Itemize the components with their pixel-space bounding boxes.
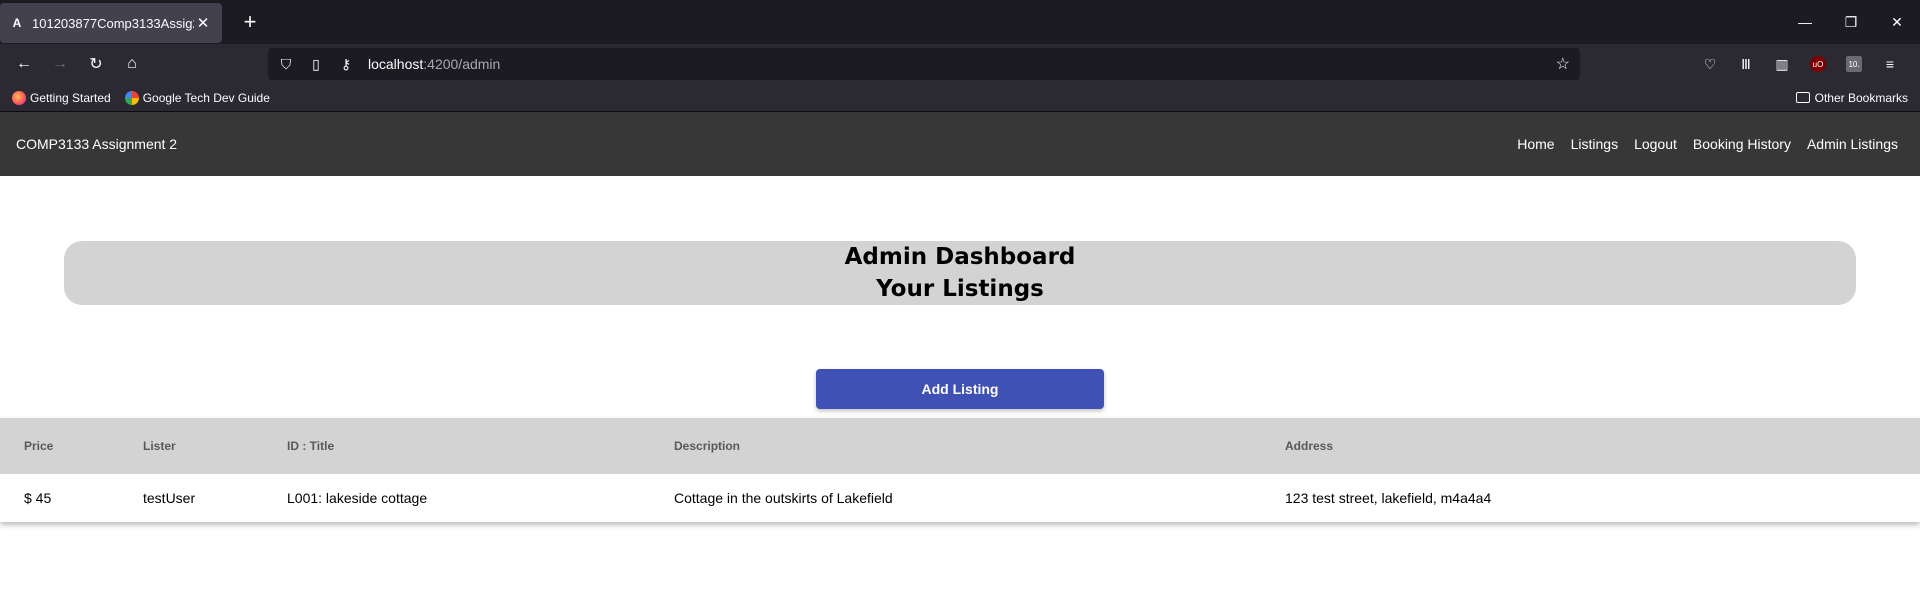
url-host: localhost bbox=[368, 56, 424, 72]
bookmark-label: Google Tech Dev Guide bbox=[142, 90, 270, 105]
page-title: Admin Dashboard bbox=[844, 244, 1076, 270]
bookmark-label: Getting Started bbox=[30, 90, 111, 105]
cell-address: 123 test street, lakefield, m4a4a4 bbox=[1285, 490, 1492, 506]
table-header-row: Price Lister ID : Title Description Addr… bbox=[0, 418, 1920, 474]
nav-listings[interactable]: Listings bbox=[1571, 136, 1618, 152]
header-address: Address bbox=[1285, 439, 1334, 453]
cell-price: $ 45 bbox=[24, 490, 52, 506]
shield-icon[interactable]: ⛉ bbox=[278, 56, 294, 73]
restore-icon[interactable]: ❐ bbox=[1828, 0, 1874, 44]
other-bookmarks[interactable]: Other Bookmarks bbox=[1795, 90, 1908, 105]
header-price: Price bbox=[24, 439, 54, 453]
cell-description: Cottage in the outskirts of Lakefield bbox=[674, 490, 893, 506]
pocket-icon[interactable]: ♡ bbox=[1692, 48, 1728, 80]
browser-nav-bar: ← → ↻ ⌂ ⛉ ▯ ⚷ localhost:4200/admin ☆ ♡ Ⅲ… bbox=[0, 44, 1920, 84]
new-tab-button[interactable]: + bbox=[234, 6, 266, 38]
app-header: COMP3133 Assignment 2 Home Listings Logo… bbox=[0, 112, 1920, 176]
listings-table: Price Lister ID : Title Description Addr… bbox=[0, 418, 1920, 522]
close-tab-icon[interactable]: ✕ bbox=[194, 14, 212, 32]
header-id-title: ID : Title bbox=[287, 439, 335, 453]
browser-tab[interactable]: A 101203877Comp3133Assig2 ✕ bbox=[0, 3, 222, 43]
bookmark-star-icon[interactable]: ☆ bbox=[1556, 54, 1570, 74]
page-subtitle: Your Listings bbox=[876, 276, 1044, 302]
menu-icon[interactable]: ≡ bbox=[1872, 48, 1908, 80]
cell-lister: testUser bbox=[143, 490, 196, 506]
url-bar[interactable]: ⛉ ▯ ⚷ localhost:4200/admin ☆ bbox=[268, 48, 1580, 80]
tab-title: 101203877Comp3133Assig2 bbox=[32, 15, 194, 31]
bookmark-getting-started[interactable]: Getting Started bbox=[12, 90, 111, 105]
google-icon bbox=[124, 90, 139, 105]
angular-icon: A bbox=[12, 16, 22, 30]
minimize-icon[interactable]: — bbox=[1782, 0, 1828, 44]
header-description: Description bbox=[674, 439, 741, 453]
browser-tab-bar: A 101203877Comp3133Assig2 ✕ + — ❐ ✕ bbox=[0, 0, 1920, 44]
home-icon[interactable]: ⌂ bbox=[116, 48, 148, 80]
key-icon[interactable]: ⚷ bbox=[338, 56, 354, 73]
folder-icon bbox=[1795, 92, 1810, 103]
page-icon: ▯ bbox=[312, 55, 320, 72]
toolbar-icons: ♡ Ⅲ ▥ uO 10. ≡ bbox=[1692, 48, 1908, 80]
other-bookmarks-label: Other Bookmarks bbox=[1814, 90, 1908, 105]
extension-icon[interactable]: 10. bbox=[1846, 56, 1862, 72]
cell-id-title: L001: lakeside cottage bbox=[287, 490, 428, 506]
forward-icon[interactable]: → bbox=[44, 48, 76, 80]
nav-home[interactable]: Home bbox=[1517, 136, 1554, 152]
nav-logout[interactable]: Logout bbox=[1634, 136, 1677, 152]
add-listing-button[interactable]: Add Listing bbox=[816, 369, 1104, 409]
url-path: :4200/admin bbox=[423, 56, 501, 72]
nav-booking-history[interactable]: Booking History bbox=[1693, 136, 1791, 152]
ublock-icon[interactable]: uO bbox=[1810, 56, 1826, 72]
reload-icon[interactable]: ↻ bbox=[80, 48, 112, 80]
library-icon[interactable]: Ⅲ bbox=[1728, 48, 1764, 80]
window-controls: — ❐ ✕ bbox=[1782, 0, 1920, 44]
close-window-icon[interactable]: ✕ bbox=[1874, 0, 1920, 44]
app-nav-menu: Home Listings Logout Booking History Adm… bbox=[1501, 112, 1898, 176]
dashboard-banner: Admin Dashboard Your Listings bbox=[64, 241, 1856, 305]
table-row[interactable]: $ 45 testUser L001: lakeside cottage Cot… bbox=[0, 474, 1920, 522]
nav-admin-listings[interactable]: Admin Listings bbox=[1807, 136, 1898, 152]
sidebar-icon[interactable]: ▥ bbox=[1764, 48, 1800, 80]
bookmarks-bar: Getting Started Google Tech Dev Guide Ot… bbox=[0, 84, 1920, 112]
bookmark-google-tech-dev-guide[interactable]: Google Tech Dev Guide bbox=[124, 90, 270, 105]
app-brand[interactable]: COMP3133 Assignment 2 bbox=[16, 136, 177, 152]
firefox-icon bbox=[12, 90, 26, 105]
back-icon[interactable]: ← bbox=[8, 48, 40, 80]
header-lister: Lister bbox=[143, 439, 176, 453]
